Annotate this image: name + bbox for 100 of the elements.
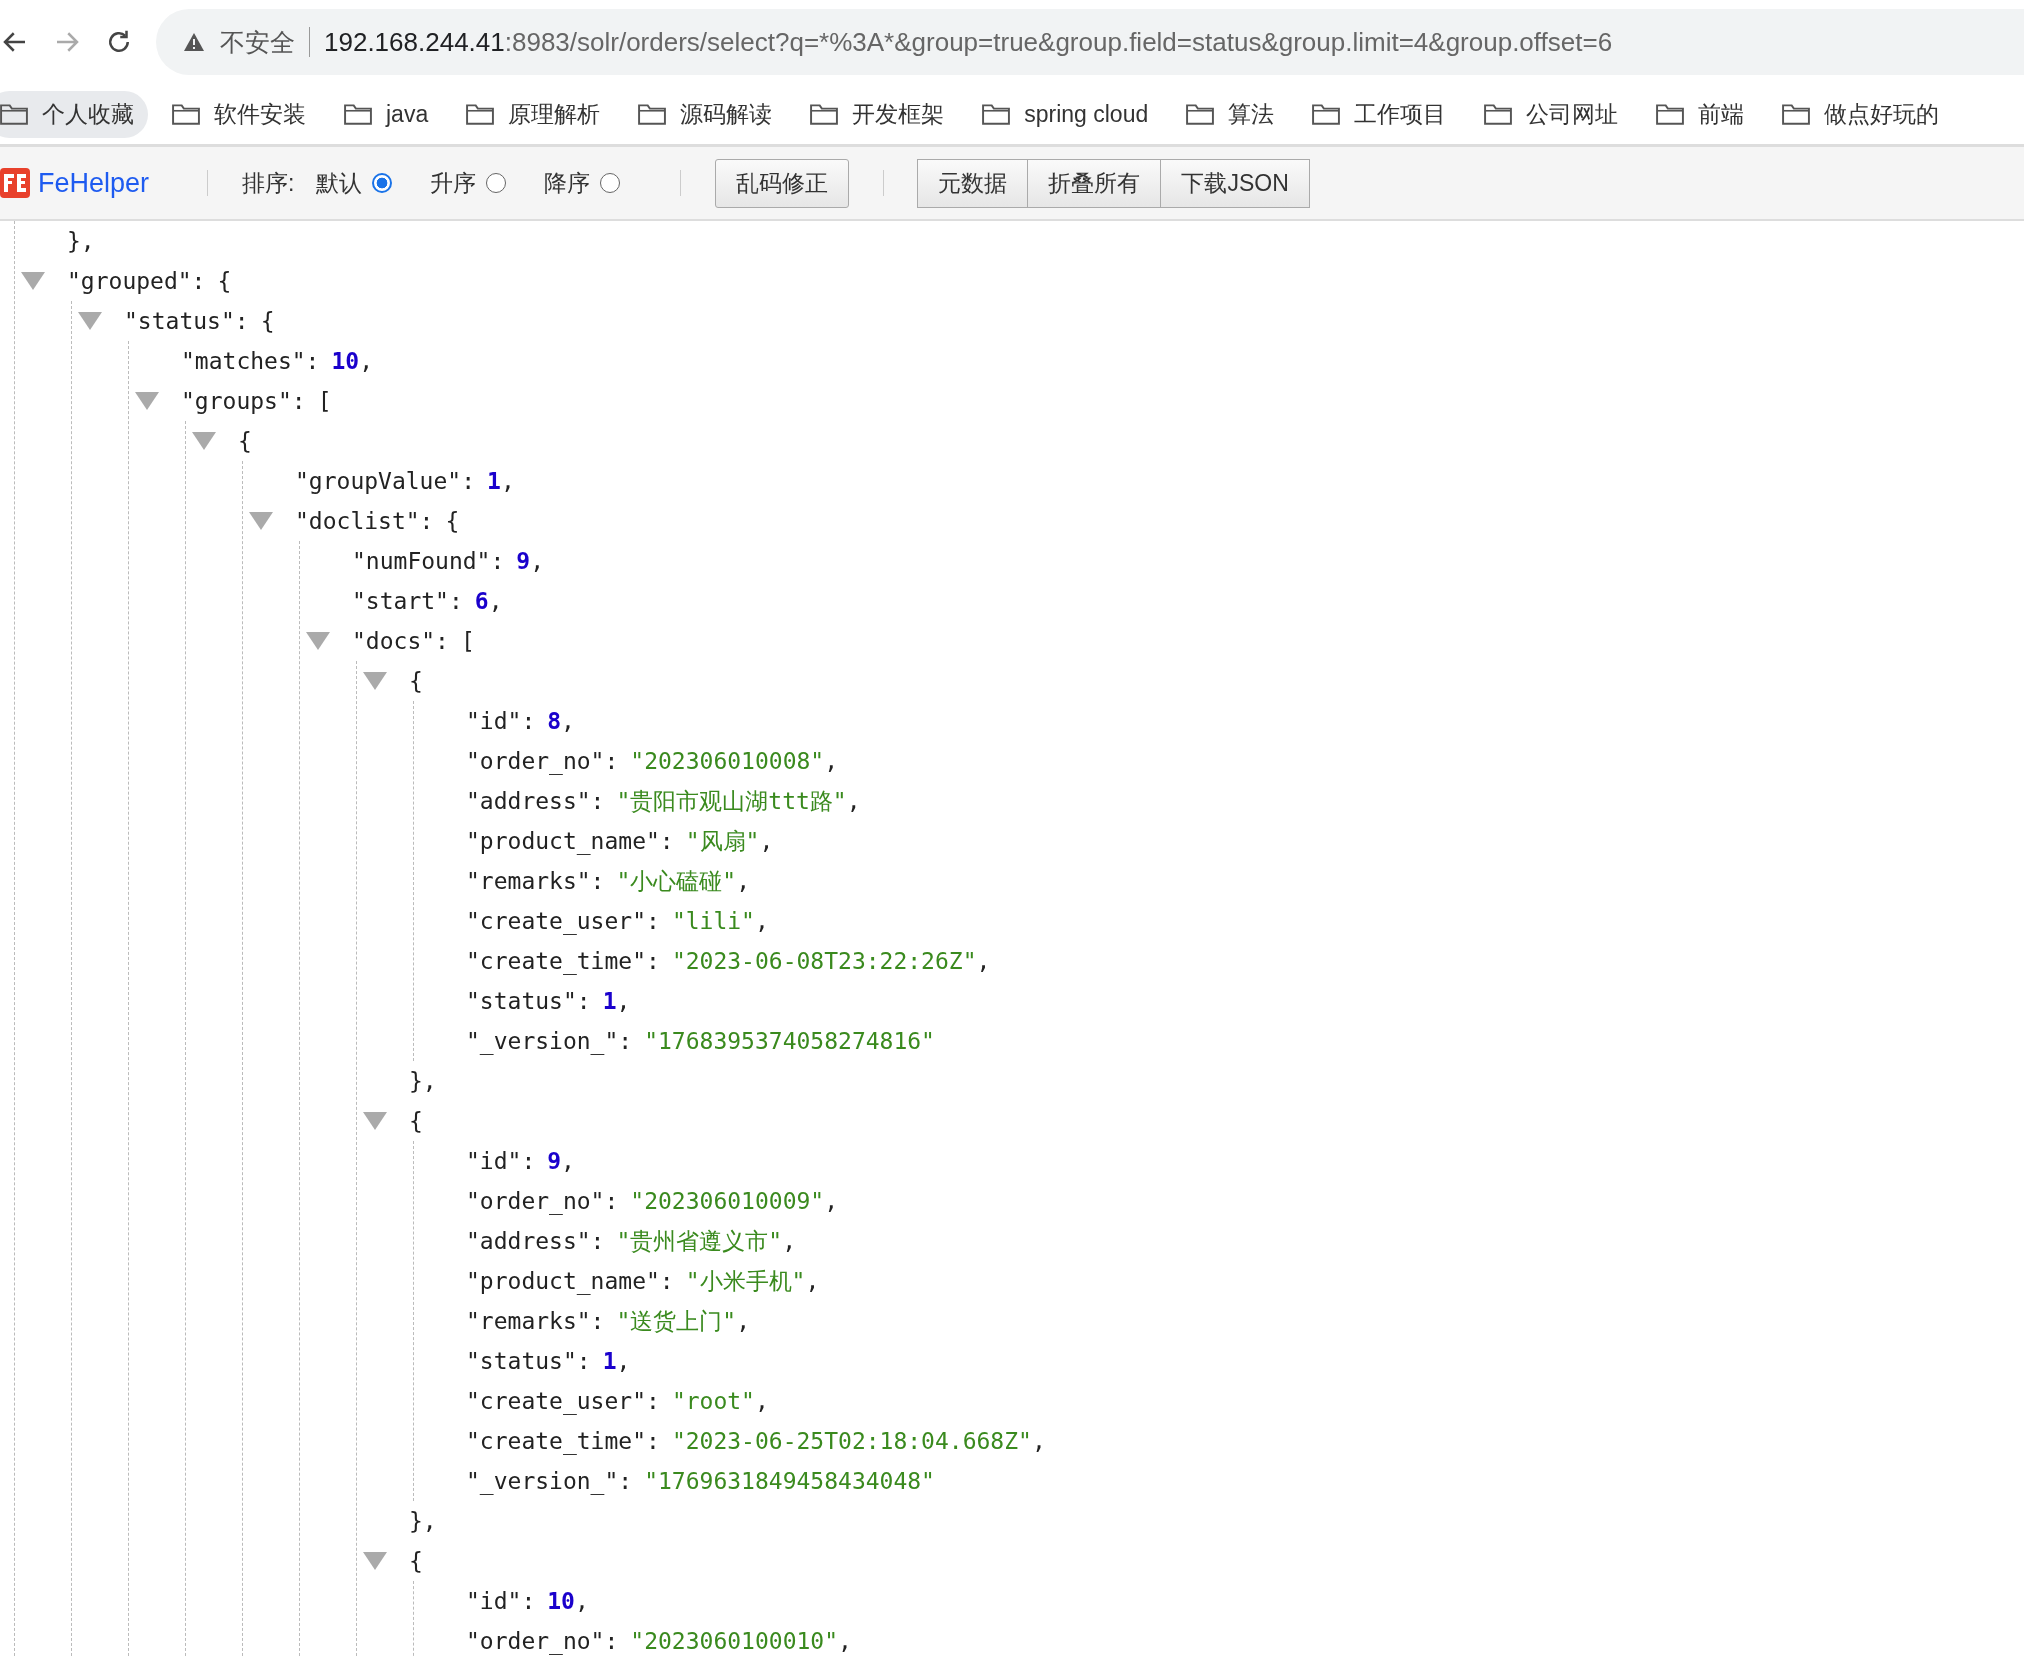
comma: ,	[359, 348, 374, 374]
comma: ,	[1031, 1428, 1046, 1454]
bookmark-folder[interactable]: 前端	[1642, 90, 1759, 138]
address-bar[interactable]: 不安全 192.168.244.41:8983/solr/orders/select?q=*%3A*&group=true&group.field=status&group.limit=4&group.offset=6	[156, 9, 2024, 75]
bookmark-folder[interactable]: java	[330, 92, 443, 136]
json-key: "matches":	[181, 348, 320, 374]
comma: ,	[824, 748, 839, 774]
radio-button[interactable]	[372, 173, 393, 193]
comma: ,	[530, 548, 545, 574]
collapse-toggle-icon[interactable]	[192, 432, 216, 450]
json-number-value: 6	[474, 588, 489, 614]
json-key: "groupValue":	[295, 468, 475, 494]
json-number-value: 8	[547, 708, 562, 734]
folder-icon	[1312, 103, 1341, 125]
json-key: "remarks":	[466, 868, 605, 894]
sort-option[interactable]: 默认	[316, 167, 393, 199]
collapse-toggle-icon[interactable]	[363, 1552, 387, 1570]
json-string-value: "小心磕碰"	[616, 866, 737, 896]
folder-icon	[1782, 103, 1811, 125]
json-key: "grouped":	[67, 268, 206, 294]
opening-bracket: [	[317, 388, 332, 414]
toolbar-button[interactable]: 折叠所有	[1027, 158, 1162, 208]
json-key: "id":	[466, 1588, 536, 1614]
opening-bracket: {	[409, 1108, 423, 1134]
collapse-toggle-icon[interactable]	[363, 672, 387, 690]
comma: ,	[616, 1348, 631, 1374]
sort-label: 排序:	[242, 168, 295, 198]
collapse-toggle-icon[interactable]	[363, 1112, 387, 1130]
json-key: "create_user":	[466, 1388, 660, 1414]
collapse-toggle-icon[interactable]	[21, 272, 45, 290]
json-key: "remarks":	[466, 1308, 605, 1334]
folder-icon	[1484, 103, 1513, 125]
json-number-value: 1	[602, 1348, 617, 1374]
opening-bracket: [	[460, 628, 475, 654]
folder-icon	[1656, 103, 1685, 125]
json-key: "order_no":	[466, 1188, 619, 1214]
bookmark-folder[interactable]: 个人收藏	[0, 90, 148, 138]
collapse-toggle-icon[interactable]	[135, 392, 159, 410]
bookmark-folder[interactable]: 公司网址	[1470, 90, 1633, 138]
folder-icon	[982, 103, 1011, 125]
collapse-toggle-icon[interactable]	[249, 512, 273, 530]
json-number-value: 9	[516, 548, 531, 574]
json-number-value: 1	[602, 988, 617, 1014]
bookmark-folder[interactable]: 工作项目	[1298, 90, 1461, 138]
json-string-value: "小米手机"	[685, 1266, 806, 1296]
json-string-value: "贵阳市观山湖ttt路"	[616, 786, 847, 816]
opening-bracket: {	[260, 308, 275, 334]
comma: ,	[824, 1188, 839, 1214]
bookmark-folder[interactable]: 原理解析	[452, 90, 615, 138]
bookmark-folder[interactable]: 软件安装	[158, 90, 320, 138]
json-key: "create_user":	[466, 908, 660, 934]
json-key: "status":	[466, 988, 591, 1014]
json-string-value: "2023060100010"	[630, 1628, 839, 1654]
comma: ,	[838, 1628, 852, 1654]
json-string-value: "202306010009"	[630, 1188, 825, 1214]
sort-option[interactable]: 升序	[430, 167, 507, 199]
app-name: FeHelper	[38, 167, 150, 199]
opening-bracket: {	[445, 508, 460, 534]
folder-icon	[810, 103, 839, 125]
bookmark-folder[interactable]: 源码解读	[624, 90, 787, 138]
json-key: "product_name":	[466, 1268, 674, 1294]
toolbar-button[interactable]: 下载JSON	[1160, 158, 1310, 208]
fix-encoding-button[interactable]: 乱码修正	[715, 158, 850, 208]
comma: ,	[736, 868, 751, 894]
json-number-value: 9	[547, 1148, 562, 1174]
comma: ,	[561, 1148, 575, 1174]
json-number-value: 1	[487, 468, 501, 494]
json-key: "doclist":	[295, 508, 434, 534]
json-key: "create_time":	[466, 948, 660, 974]
closing-bracket: },	[409, 1068, 437, 1094]
radio-button[interactable]	[600, 173, 621, 193]
comma: ,	[976, 948, 991, 974]
toolbar-button[interactable]: 元数据	[917, 158, 1029, 208]
collapse-toggle-icon[interactable]	[306, 632, 330, 650]
url-text: 192.168.244.41:8983/solr/orders/select?q=*%3A*&group=true&group.field=status&group.limit=4&group.offset=6	[324, 26, 1613, 58]
json-key: "id":	[466, 708, 536, 734]
collapse-toggle-icon[interactable]	[78, 312, 102, 330]
json-key: "docs":	[352, 628, 449, 654]
json-string-value: "lili"	[671, 908, 755, 934]
sort-option[interactable]: 降序	[544, 167, 621, 199]
bookmark-folder[interactable]: 做点好玩的	[1768, 90, 1954, 138]
bookmark-folder[interactable]: 开发框架	[796, 90, 959, 138]
json-number-value: 10	[547, 1588, 575, 1614]
radio-button[interactable]	[486, 173, 507, 193]
json-key: "_version_":	[466, 1468, 633, 1494]
comma: ,	[754, 908, 769, 934]
json-key: "start":	[352, 588, 463, 614]
comma: ,	[782, 1228, 797, 1254]
json-key: "create_time":	[466, 1428, 660, 1454]
comma: ,	[616, 988, 631, 1014]
bookmark-folder[interactable]: spring cloud	[968, 92, 1163, 136]
json-string-value: "2023-06-08T23:22:26Z"	[671, 948, 977, 974]
json-key: "id":	[466, 1148, 536, 1174]
comma: ,	[561, 708, 575, 734]
json-key: "address":	[466, 788, 605, 814]
comma: ,	[488, 588, 503, 614]
json-key: "status":	[466, 1348, 591, 1374]
bookmark-folder[interactable]: 算法	[1172, 90, 1289, 138]
json-key: "status":	[124, 308, 249, 334]
comma: ,	[846, 788, 861, 814]
